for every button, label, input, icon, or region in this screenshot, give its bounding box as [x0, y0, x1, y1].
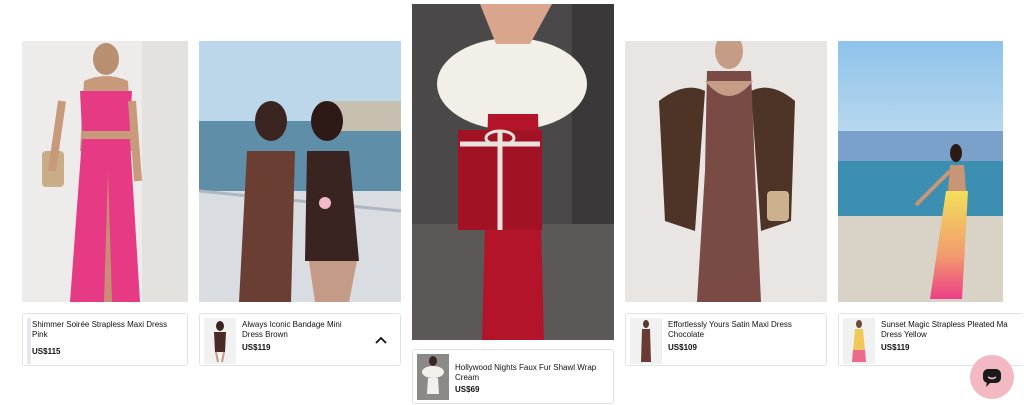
product-price-4: US$109: [668, 343, 697, 352]
product-name-4[interactable]: Effortlessly Yours Satin Maxi Dress Choc…: [668, 320, 820, 340]
product-price-5: US$119: [881, 343, 910, 352]
product-info-1[interactable]: Shimmer Soirée Strapless Maxi Dress Pink…: [22, 313, 188, 366]
product-thumbnail-3: [417, 354, 449, 400]
product-price-2: US$119: [242, 343, 271, 352]
product-image-3[interactable]: [412, 4, 614, 340]
product-image-2[interactable]: [199, 41, 401, 302]
product-info-2[interactable]: Always Iconic Bandage Mini Dress Brown U…: [199, 313, 401, 366]
product-price-1: US$115: [32, 347, 61, 356]
product-thumbnail-1: [27, 318, 31, 364]
product-image-5[interactable]: [838, 41, 1003, 302]
product-name-2[interactable]: Always Iconic Bandage Mini Dress Brown: [242, 320, 360, 340]
product-name-1[interactable]: Shimmer Soirée Strapless Maxi Dress Pink: [32, 320, 181, 340]
chat-icon: [983, 369, 1001, 387]
product-info-4[interactable]: Effortlessly Yours Satin Maxi Dress Choc…: [625, 313, 827, 366]
product-thumbnail-2: [204, 318, 236, 364]
product-thumbnail-4: [630, 318, 662, 364]
chevron-up-icon[interactable]: [374, 333, 388, 347]
product-thumbnail-5: [843, 318, 875, 364]
product-name-3[interactable]: Hollywood Nights Faux Fur Shawl Wrap Cre…: [455, 363, 607, 383]
product-info-3[interactable]: Hollywood Nights Faux Fur Shawl Wrap Cre…: [412, 349, 614, 404]
product-price-3: US$69: [455, 385, 480, 394]
product-image-1[interactable]: [22, 41, 188, 302]
product-name-5[interactable]: Sunset Magic Strapless Pleated Ma Dress …: [881, 320, 1024, 340]
chat-button[interactable]: [970, 355, 1014, 399]
product-image-4[interactable]: [625, 41, 827, 302]
